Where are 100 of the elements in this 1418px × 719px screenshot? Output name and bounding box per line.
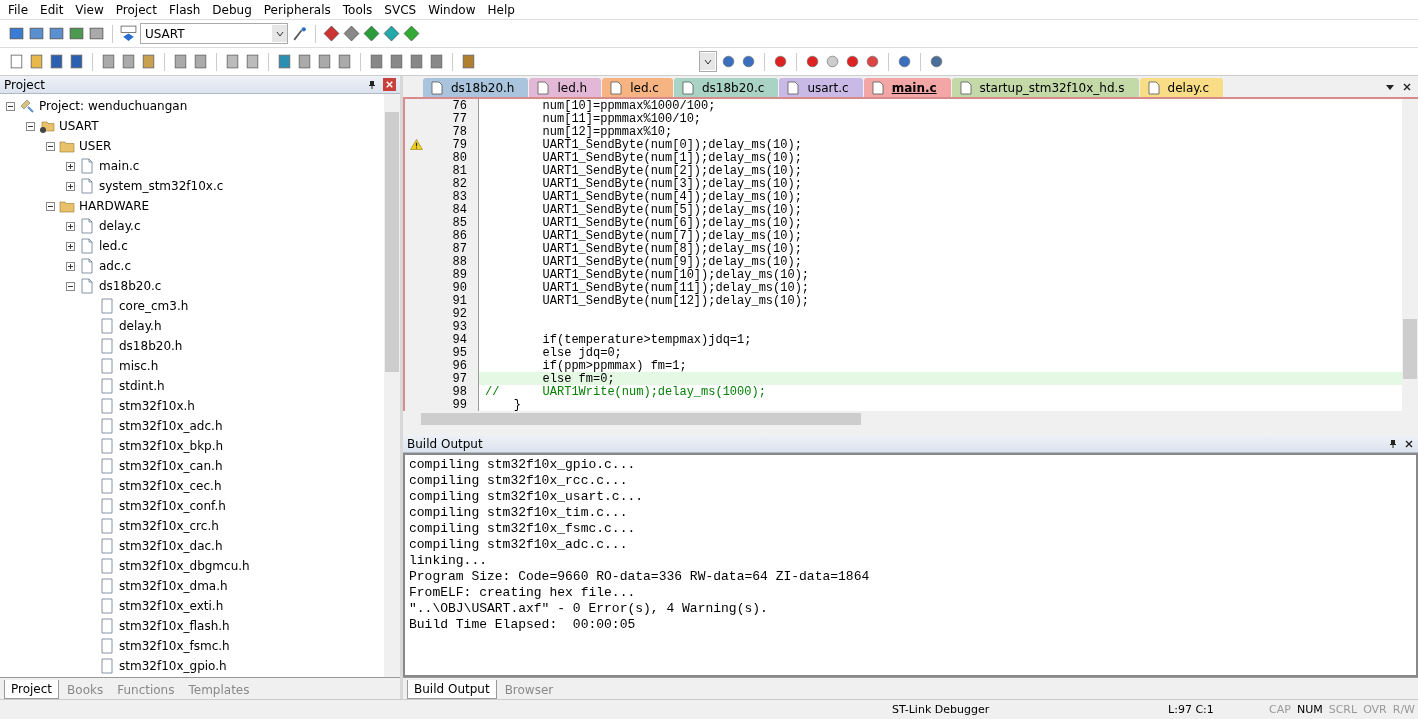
menu-item[interactable]: Tools — [336, 2, 379, 17]
line-number: 86 — [451, 228, 468, 243]
tree-item[interactable]: stm32f10x_cec.h — [119, 479, 222, 493]
menu-item[interactable]: View — [69, 2, 110, 17]
tree-item[interactable]: led.c — [99, 239, 128, 253]
magic-wand-icon[interactable] — [291, 25, 308, 42]
tree-item[interactable]: stdint.h — [119, 379, 165, 393]
code-line: UART1_SendByte(num[9]);delay_ms(10); — [541, 254, 802, 269]
code-line: UART1_SendByte(num[4]);delay_ms(10); — [541, 189, 802, 204]
target-dropdown[interactable]: USART — [140, 23, 288, 44]
pin-icon[interactable] — [367, 79, 377, 90]
line-number: 85 — [451, 215, 468, 230]
tree-item[interactable]: ds18b20.c — [99, 279, 162, 293]
file-icon — [681, 80, 694, 95]
tree-item[interactable]: stm32f10x_flash.h — [119, 619, 230, 633]
tree-item[interactable]: system_stm32f10x.c — [99, 179, 224, 193]
line-number: 81 — [451, 163, 468, 178]
file-icon — [99, 398, 115, 414]
tree-item[interactable]: stm32f10x_dbgmcu.h — [119, 559, 250, 573]
expander-icon[interactable] — [66, 161, 75, 171]
tree-item[interactable]: stm32f10x_gpio.h — [119, 659, 227, 673]
tree-item[interactable]: HARDWARE — [79, 199, 150, 213]
menu-item[interactable]: Flash — [162, 2, 207, 17]
file-tab[interactable]: usart.c — [779, 78, 863, 97]
tree-item[interactable]: stm32f10x_conf.h — [119, 499, 226, 513]
file-tab[interactable]: led.h — [529, 78, 602, 97]
file-tab[interactable]: ds18b20.c — [673, 78, 779, 97]
output-line: compiling stm32f10x_tim.c... — [409, 505, 629, 521]
tree-item[interactable]: delay.h — [119, 319, 162, 333]
tree-item[interactable]: stm32f10x_bkp.h — [119, 439, 224, 453]
tree-item[interactable]: adc.c — [99, 259, 131, 273]
expander-icon[interactable] — [66, 261, 75, 271]
tree-item[interactable]: stm32f10x.h — [119, 399, 195, 413]
line-number: 95 — [451, 345, 468, 360]
file-tab[interactable]: led.c — [602, 78, 673, 97]
tree-item[interactable]: Project: wenduchuangan — [39, 99, 188, 113]
key-indicator: R/W — [1391, 703, 1416, 716]
line-number: 94 — [451, 332, 468, 347]
file-tab[interactable]: delay.c — [1139, 78, 1224, 97]
file-tab[interactable]: startup_stm32f10x_hd.s — [951, 78, 1139, 97]
expander-icon[interactable] — [66, 241, 75, 251]
pin-icon[interactable] — [1388, 438, 1398, 449]
tree-item[interactable]: USER — [79, 139, 112, 153]
load-icon[interactable] — [120, 25, 137, 42]
menu-item[interactable]: SVCS — [378, 2, 423, 17]
tree-item[interactable]: main.c — [99, 159, 140, 173]
file-tab[interactable]: ds18b20.h — [423, 78, 529, 97]
file-icon — [79, 178, 95, 194]
tree-item[interactable]: stm32f10x_fsmc.h — [119, 639, 230, 653]
output-line: linking... — [409, 553, 488, 569]
file-icon — [537, 80, 550, 95]
tree-item[interactable]: core_cm3.h — [119, 299, 189, 313]
menu-item[interactable]: Edit — [34, 2, 70, 17]
tree-item[interactable]: delay.c — [99, 219, 141, 233]
menu-item[interactable]: Window — [422, 2, 482, 17]
file-tab[interactable]: main.c — [863, 78, 951, 97]
expander-icon[interactable] — [66, 281, 75, 291]
folder-icon — [39, 118, 55, 134]
output-line: Build Time Elapsed: 00:00:05 — [409, 617, 637, 633]
tree-item[interactable]: stm32f10x_dma.h — [119, 579, 228, 593]
diamond-icon[interactable] — [363, 25, 380, 42]
breakpoint-icon[interactable] — [804, 53, 821, 70]
tree-item[interactable]: misc.h — [119, 359, 159, 373]
expander-icon[interactable] — [46, 141, 55, 151]
menu-item[interactable]: Project — [109, 2, 163, 17]
key-indicator: OVR — [1362, 703, 1388, 716]
tree-item[interactable]: stm32f10x_crc.h — [119, 519, 219, 533]
menu-item[interactable]: Peripherals — [257, 2, 337, 17]
menu-item[interactable]: Help — [481, 2, 521, 17]
expander-icon[interactable] — [6, 101, 15, 111]
code-comment: // UART1Write(num);delay_ms(1000); — [485, 384, 766, 399]
tree-item[interactable]: stm32f10x_can.h — [119, 459, 223, 473]
panel-tab[interactable]: Build Output — [407, 680, 497, 699]
menu-item[interactable]: File — [2, 2, 35, 17]
code-line: else jdq=0; — [541, 345, 622, 360]
expander-icon[interactable] — [26, 121, 35, 131]
scrollbar[interactable] — [384, 94, 400, 677]
file-icon — [787, 80, 800, 95]
scrollbar[interactable] — [1402, 99, 1418, 411]
file-icon — [79, 238, 95, 254]
tree-item[interactable]: stm32f10x_exti.h — [119, 599, 224, 613]
breakpoint-empty-icon[interactable] — [824, 53, 841, 70]
tree-item[interactable]: stm32f10x_adc.h — [119, 419, 223, 433]
code-line: UART1_SendByte(num[8]);delay_ms(10); — [541, 241, 802, 256]
code-line: UART1_SendByte(num[12]);delay_ms(10); — [541, 293, 810, 308]
key-indicator: NUM — [1295, 703, 1324, 716]
close-icon[interactable] — [1404, 438, 1414, 449]
tree-item[interactable]: USART — [59, 119, 99, 133]
expander-icon[interactable] — [46, 201, 55, 211]
line-number: 99 — [451, 397, 468, 412]
menu-item[interactable]: Debug — [206, 2, 258, 17]
tree-item[interactable]: stm32f10x_dac.h — [119, 539, 223, 553]
expander-icon[interactable] — [66, 181, 75, 191]
panel-tab[interactable]: Project — [4, 680, 60, 699]
code-line: else fm=0; — [541, 371, 615, 386]
close-icon[interactable] — [1402, 81, 1412, 92]
expander-icon[interactable] — [66, 221, 75, 231]
code-editor[interactable] — [403, 97, 1418, 411]
tree-item[interactable]: ds18b20.h — [119, 339, 183, 353]
find-dropdown[interactable] — [699, 51, 717, 72]
